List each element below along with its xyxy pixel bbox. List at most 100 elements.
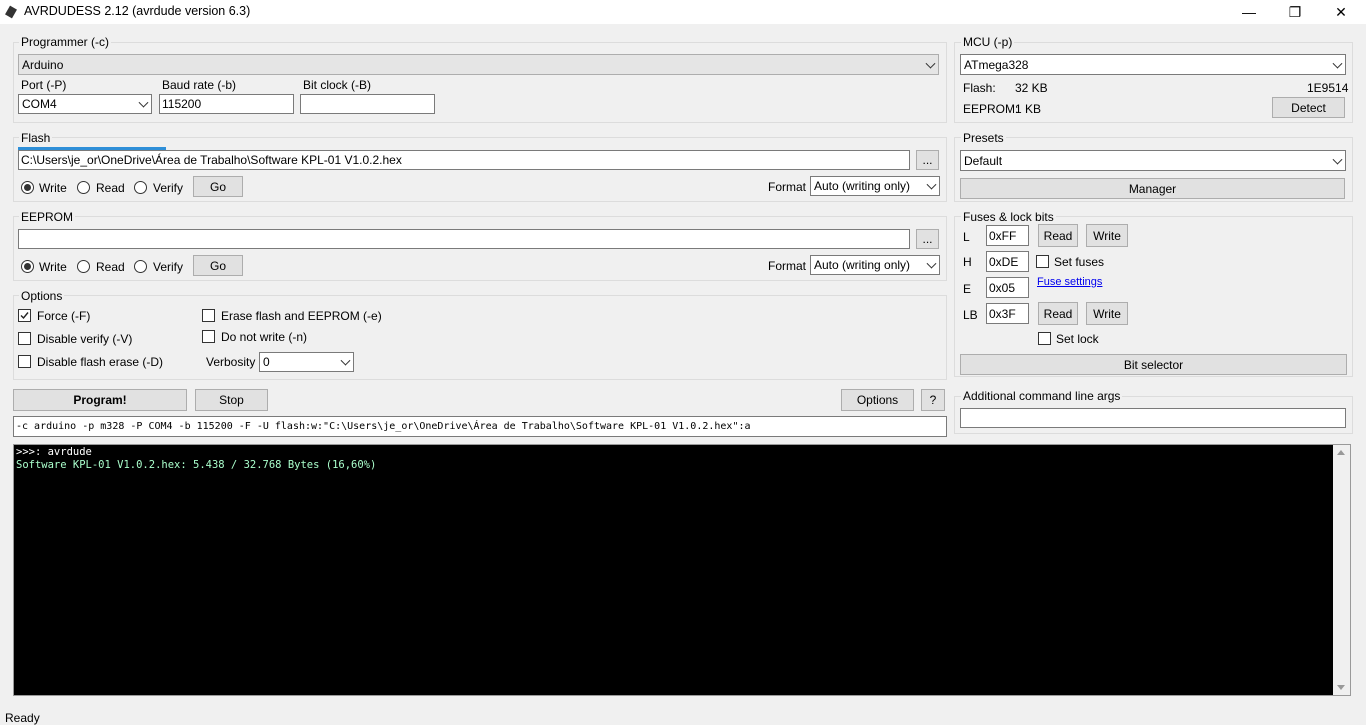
flash-write-radio[interactable] [21,181,34,194]
additional-args-label: Additional command line args [961,389,1123,403]
chevron-down-icon [138,97,149,108]
erase-flash-checkbox[interactable] [202,309,215,322]
verbosity-value: 0 [263,355,270,369]
verbosity-label: Verbosity [206,355,256,369]
verbosity-select[interactable]: 0 [259,352,354,372]
scroll-up-icon [1337,450,1345,455]
stop-button[interactable]: Stop [195,389,268,411]
eeprom-size-value: 1 KB [1015,102,1042,116]
eeprom-read-radio[interactable] [77,260,90,273]
fuse-l-input[interactable]: 0xFF [986,225,1029,246]
eeprom-write-radio[interactable] [21,260,34,273]
port-select[interactable]: COM4 [18,94,152,114]
fuse-l-label: L [963,230,970,244]
eeprom-file-input[interactable] [18,229,910,249]
chevron-down-icon [926,179,937,190]
flash-go-button[interactable]: Go [193,176,243,197]
disable-verify-checkbox[interactable] [18,332,31,345]
mcu-select[interactable]: ATmega328 [960,54,1346,75]
disable-verify-label: Disable verify (-V) [37,332,133,346]
flash-size-value: 32 KB [1015,81,1048,95]
eeprom-format-label: Format [768,259,807,273]
erase-flash-label: Erase flash and EEPROM (-e) [221,309,382,323]
lock-read-button[interactable]: Read [1038,302,1078,325]
flash-write-label: Write [39,181,67,195]
fuses-group-label: Fuses & lock bits [961,210,1056,224]
console-scrollbar[interactable] [1333,445,1350,695]
set-fuses-checkbox[interactable] [1036,255,1049,268]
programmer-select-value: Arduino [22,57,64,72]
baud-label: Baud rate (-b) [162,78,237,92]
chevron-down-icon [925,58,936,69]
set-lock-label: Set lock [1056,332,1099,346]
presets-group-label: Presets [961,131,1006,145]
lock-write-button[interactable]: Write [1086,302,1128,325]
maximize-button[interactable]: ❐ [1272,0,1318,24]
flash-group-label: Flash [19,131,53,145]
disable-flash-erase-label: Disable flash erase (-D) [37,355,164,369]
eeprom-format-select[interactable]: Auto (writing only) [810,255,940,275]
options-button[interactable]: Options [841,389,914,411]
minimize-button[interactable]: — [1226,0,1272,24]
fuse-lb-label: LB [963,308,978,322]
app-icon [5,5,17,19]
flash-verify-label: Verify [153,181,184,195]
fuse-e-label: E [963,282,972,296]
program-button[interactable]: Program! [13,389,187,411]
flash-read-radio[interactable] [77,181,90,194]
status-text: Ready [5,711,40,725]
eeprom-size-label: EEPROM: [963,102,1019,116]
options-group-label: Options [19,289,65,303]
eeprom-verify-label: Verify [153,260,184,274]
eeprom-write-label: Write [39,260,67,274]
flash-size-label: Flash: [963,81,996,95]
flash-file-input[interactable]: C:\Users\je_or\OneDrive\Área de Trabalho… [18,150,910,170]
force-checkbox[interactable] [18,309,31,322]
flash-format-select[interactable]: Auto (writing only) [810,176,940,196]
flash-format-label: Format [768,180,807,194]
eeprom-verify-radio[interactable] [134,260,147,273]
programmer-select[interactable]: Arduino [18,54,939,75]
force-label: Force (-F) [37,309,91,323]
do-not-write-label: Do not write (-n) [221,330,308,344]
disable-flash-erase-checkbox[interactable] [18,355,31,368]
bitclock-input[interactable] [300,94,435,114]
set-lock-checkbox[interactable] [1038,332,1051,345]
flash-verify-radio[interactable] [134,181,147,194]
eeprom-browse-button[interactable]: ... [916,229,939,249]
close-button[interactable]: ✕ [1318,0,1364,24]
chevron-down-icon [1332,154,1343,165]
fuses-write-button[interactable]: Write [1086,224,1128,247]
eeprom-format-value: Auto (writing only) [814,258,911,272]
chevron-down-icon [1332,58,1343,69]
flash-format-value: Auto (writing only) [814,179,911,193]
fuse-e-input[interactable]: 0x05 [986,277,1029,298]
eeprom-group-label: EEPROM [19,210,76,224]
flash-browse-button[interactable]: ... [916,150,939,170]
programmer-group-label: Programmer (-c) [19,35,112,49]
fuse-settings-link[interactable]: Fuse settings [1037,276,1102,288]
flash-read-label: Read [96,181,125,195]
bit-selector-button[interactable]: Bit selector [960,354,1347,375]
eeprom-read-label: Read [96,260,125,274]
checkmark-icon [20,312,29,320]
signature-value: 1E9514 [1307,81,1349,95]
baud-input[interactable]: 115200 [159,94,294,114]
manager-button[interactable]: Manager [960,178,1345,199]
chevron-down-icon [340,355,351,366]
fuse-h-input[interactable]: 0xDE [986,251,1029,272]
help-button[interactable]: ? [921,389,945,411]
detect-button[interactable]: Detect [1272,97,1345,118]
port-select-value: COM4 [22,97,57,111]
eeprom-go-button[interactable]: Go [193,255,243,276]
fuse-h-label: H [963,255,972,269]
command-line-display[interactable]: -c arduino -p m328 -P COM4 -b 115200 -F … [13,416,947,437]
fuses-read-button[interactable]: Read [1038,224,1078,247]
console-output[interactable]: >>>: avrdude Software KPL-01 V1.0.2.hex:… [13,444,1351,696]
presets-select[interactable]: Default [960,150,1346,171]
fuse-lb-input[interactable]: 0x3F [986,303,1029,324]
additional-args-input[interactable] [960,408,1346,428]
console-line: Software KPL-01 V1.0.2.hex: 5.438 / 32.7… [16,459,377,471]
presets-select-value: Default [964,153,1003,168]
do-not-write-checkbox[interactable] [202,330,215,343]
